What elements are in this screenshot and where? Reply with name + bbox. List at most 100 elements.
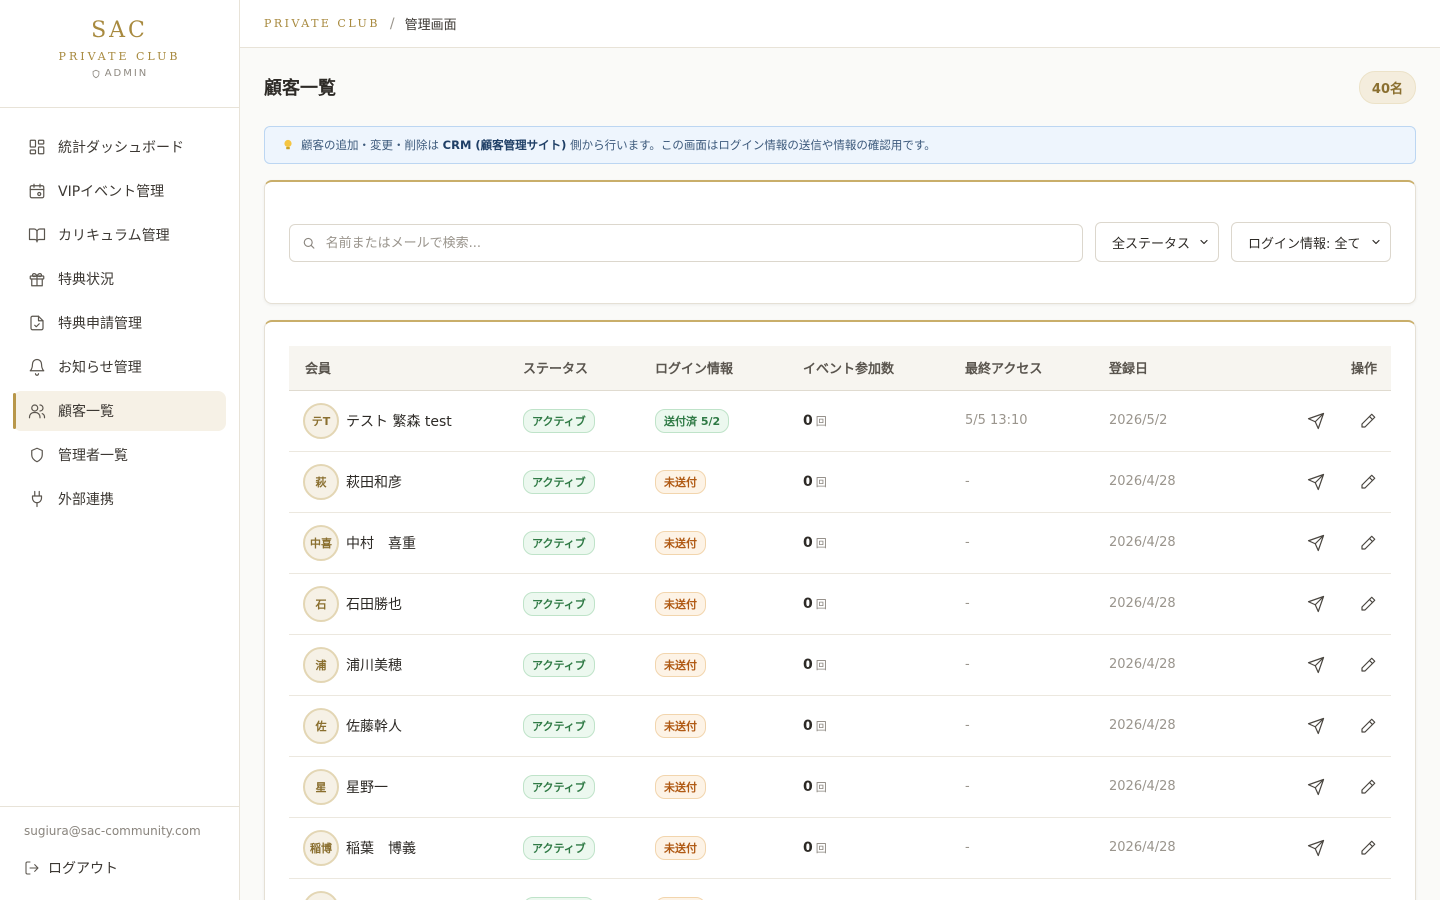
header-last-access: 最終アクセス: [965, 346, 1109, 391]
avatar: 萩: [303, 463, 339, 500]
login-filter-select[interactable]: ログイン情報: 全て: [1231, 222, 1391, 262]
table-row[interactable]: 佐 佐藤幹人 アクティブ 未送付 0回 - 2026/4/28: [289, 695, 1391, 757]
member-info: テT テスト 繁森 test: [303, 402, 523, 439]
cell-login: 未送付: [655, 634, 803, 696]
brand-name: SAC: [91, 18, 148, 43]
edit-button[interactable]: [1359, 595, 1377, 613]
cell-status: アクティブ: [523, 390, 655, 452]
sidebar-item-label: カリキュラム管理: [58, 228, 170, 244]
sidebar-item-label: 外部連携: [58, 492, 114, 508]
edit-button[interactable]: [1359, 839, 1377, 857]
table-row[interactable]: 浦 浦川美穂 アクティブ 未送付 0回 - 2026/4/28: [289, 634, 1391, 696]
member-info: 浦 浦川美穂: [303, 646, 523, 683]
cell-events: 0回: [803, 634, 965, 696]
registered-date: 2026/4/28: [1109, 718, 1176, 733]
search-icon: [303, 237, 315, 249]
info-banner: 顧客の追加・変更・削除は CRM (顧客管理サイト) 側から行います。この画面は…: [264, 126, 1416, 164]
send-login-button[interactable]: [1307, 656, 1325, 674]
search-box: [289, 224, 1083, 262]
search-input[interactable]: [325, 235, 1082, 251]
status-filter-select[interactable]: 全ステータス: [1095, 222, 1219, 262]
brand-role: ADMIN: [0, 68, 239, 79]
edit-button[interactable]: [1359, 778, 1377, 796]
sidebar-item-benefit-requests[interactable]: 特典申請管理: [13, 303, 226, 343]
sidebar-item-curriculum[interactable]: カリキュラム管理: [13, 215, 226, 255]
edit-button[interactable]: [1359, 534, 1377, 552]
sidebar-item-dashboard[interactable]: 統計ダッシュボード: [13, 127, 226, 167]
brand-role-label: ADMIN: [104, 68, 149, 79]
plug-icon: [31, 490, 43, 508]
status-badge: アクティブ: [523, 835, 595, 860]
cell-member: 佐 佐藤幹人: [289, 695, 523, 757]
registered-date: 2026/5/2: [1109, 413, 1168, 428]
edit-button[interactable]: [1359, 473, 1377, 491]
cell-actions: [1269, 878, 1391, 900]
last-access: 5/5 13:10: [965, 413, 1028, 428]
breadcrumb-current: 管理画面: [404, 18, 457, 33]
member-name: 萩田和彦: [346, 474, 402, 491]
pencil-icon: [1361, 413, 1376, 428]
member-info: 中喜 中村 喜重: [303, 524, 523, 561]
table-row[interactable]: テT テスト 繁森 test アクティブ 送付済 5/2 0回 5/5 13:1…: [289, 390, 1391, 452]
cell-status: アクティブ: [523, 512, 655, 574]
send-login-button[interactable]: [1307, 778, 1325, 796]
cell-actions: [1269, 756, 1391, 818]
avatar: テT: [303, 402, 339, 439]
cell-last-access: -: [965, 573, 1109, 635]
send-login-button[interactable]: [1307, 534, 1325, 552]
logout-button[interactable]: ログアウト: [24, 858, 216, 878]
send-login-button[interactable]: [1307, 595, 1325, 613]
event-count: 0: [803, 839, 813, 856]
table-row[interactable]: 星 星野一 アクティブ 未送付 0回 - 2026/4/28: [289, 756, 1391, 818]
edit-button[interactable]: [1359, 412, 1377, 430]
sidebar-item-integrations[interactable]: 外部連携: [13, 479, 226, 519]
cell-events: 0回: [803, 878, 965, 900]
edit-button[interactable]: [1359, 656, 1377, 674]
send-icon: [1307, 839, 1325, 856]
event-unit: 回: [815, 780, 827, 794]
sidebar-item-customers[interactable]: 顧客一覧: [13, 391, 226, 431]
row-actions: [1269, 717, 1377, 735]
event-unit: 回: [815, 658, 827, 672]
send-login-button[interactable]: [1307, 412, 1325, 430]
member-name: 石田勝也: [346, 596, 402, 613]
member-name: 浦川美穂: [346, 657, 402, 674]
table-row[interactable]: 手 手嶋啓之 アクティブ 未送付 0回 - 2026/4/28: [289, 878, 1391, 900]
user-email: sugiura@sac-community.com: [24, 824, 201, 838]
login-badge: 未送付: [655, 713, 706, 738]
cell-login: 送付済 5/2: [655, 390, 803, 452]
row-actions: [1269, 534, 1377, 552]
send-login-button[interactable]: [1307, 717, 1325, 735]
table-header-row: 会員 ステータス ログイン情報 イベント参加数 最終アクセス 登録日 操作: [289, 346, 1391, 391]
breadcrumb: PRIVATE CLUB / 管理画面: [240, 0, 1440, 48]
sidebar-nav: 統計ダッシュボード VIPイベント管理 カリキュラム管理 特典状況 特典申請管理…: [0, 108, 239, 519]
cell-last-access: -: [965, 756, 1109, 818]
edit-button[interactable]: [1359, 717, 1377, 735]
send-login-button[interactable]: [1307, 473, 1325, 491]
registered-date: 2026/4/28: [1109, 596, 1176, 611]
sidebar-item-benefits[interactable]: 特典状況: [13, 259, 226, 299]
last-access: -: [965, 779, 970, 794]
sidebar-item-vip-events[interactable]: VIPイベント管理: [13, 171, 226, 211]
table-row[interactable]: 稲博 稲葉 博義 アクティブ 未送付 0回 - 2026/4/28: [289, 817, 1391, 879]
event-count: 0: [803, 534, 813, 551]
send-login-button[interactable]: [1307, 839, 1325, 857]
event-count: 0: [803, 717, 813, 734]
avatar: 石: [303, 585, 339, 622]
cell-login: 未送付: [655, 756, 803, 818]
last-access: -: [965, 840, 970, 855]
table-row[interactable]: 中喜 中村 喜重 アクティブ 未送付 0回 - 2026/4/28: [289, 512, 1391, 574]
table-row[interactable]: 石 石田勝也 アクティブ 未送付 0回 - 2026/4/28: [289, 573, 1391, 635]
cell-actions: [1269, 573, 1391, 635]
cell-status: アクティブ: [523, 634, 655, 696]
login-badge: 未送付: [655, 835, 706, 860]
cell-registered: 2026/4/28: [1109, 451, 1269, 513]
sidebar-item-label: お知らせ管理: [58, 360, 142, 376]
sidebar-item-admins[interactable]: 管理者一覧: [13, 435, 226, 475]
sidebar-item-notices[interactable]: お知らせ管理: [13, 347, 226, 387]
table-row[interactable]: 萩 萩田和彦 アクティブ 未送付 0回 - 2026/4/28: [289, 451, 1391, 513]
header-login: ログイン情報: [655, 346, 803, 391]
brand-sub: PRIVATE CLUB: [58, 50, 181, 63]
chevron-down-icon: [1200, 239, 1208, 245]
breadcrumb-root[interactable]: PRIVATE CLUB: [264, 17, 380, 30]
